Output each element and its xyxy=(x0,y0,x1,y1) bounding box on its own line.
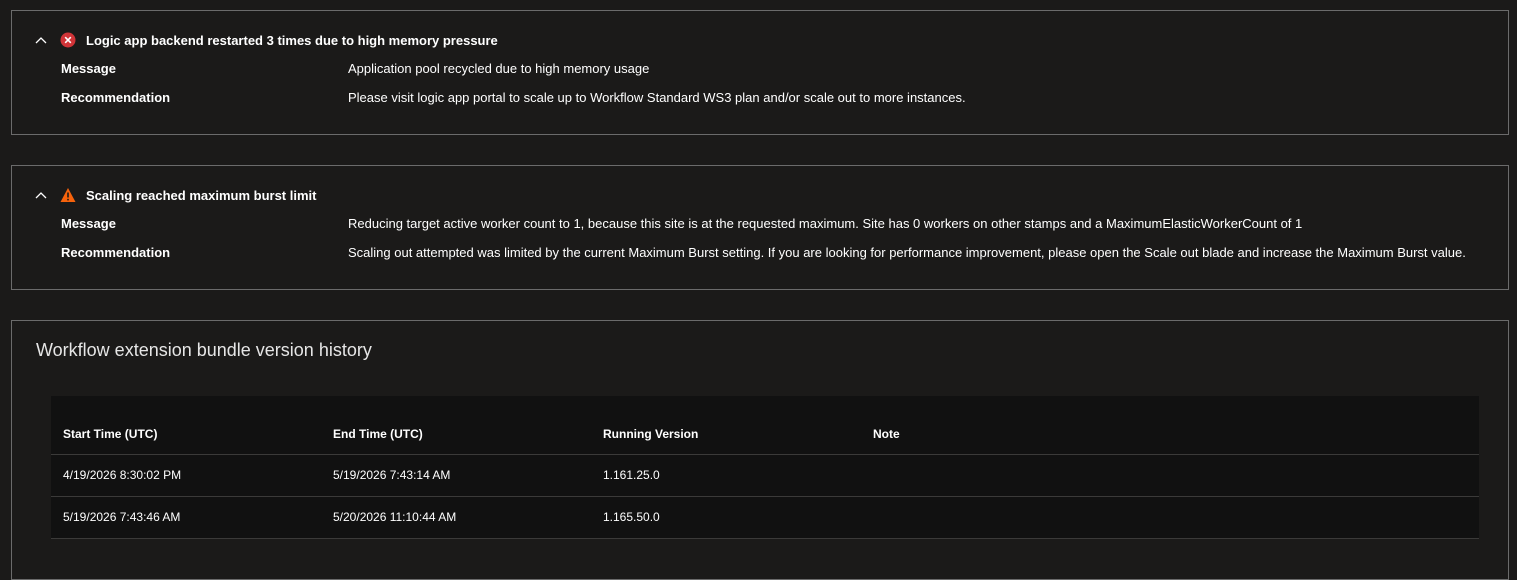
message-value: Reducing target active worker count to 1… xyxy=(348,216,1303,231)
error-icon xyxy=(60,32,76,48)
version-history-table: Start Time (UTC) End Time (UTC) Running … xyxy=(51,396,1479,539)
recommendation-value: Scaling out attempted was limited by the… xyxy=(348,245,1466,260)
table-header-row: Start Time (UTC) End Time (UTC) Running … xyxy=(51,396,1479,455)
column-header-start-time[interactable]: Start Time (UTC) xyxy=(63,427,157,441)
section-title: Workflow extension bundle version histor… xyxy=(36,340,372,360)
start-time-cell: 5/19/2026 7:43:46 AM xyxy=(63,510,181,524)
recommendation-label: Recommendation xyxy=(61,90,171,105)
insight-header[interactable]: Scaling reached maximum burst limit xyxy=(34,186,316,204)
insight-card-memory-pressure: Logic app backend restarted 3 times due … xyxy=(11,10,1509,135)
table-row[interactable]: 4/19/2026 8:30:02 PM 5/19/2026 7:43:14 A… xyxy=(51,455,1479,497)
message-label: Message xyxy=(61,216,116,231)
insight-card-burst-limit: Scaling reached maximum burst limit Mess… xyxy=(11,165,1509,290)
chevron-up-icon[interactable] xyxy=(34,33,48,47)
chevron-up-icon[interactable] xyxy=(34,188,48,202)
warning-icon xyxy=(60,187,76,203)
running-version-cell: 1.161.25.0 xyxy=(603,468,660,482)
column-header-end-time[interactable]: End Time (UTC) xyxy=(333,427,423,441)
end-time-cell: 5/19/2026 7:43:14 AM xyxy=(333,468,451,482)
message-label: Message xyxy=(61,61,116,76)
recommendation-value: Please visit logic app portal to scale u… xyxy=(348,90,966,105)
end-time-cell: 5/20/2026 11:10:44 AM xyxy=(333,510,457,524)
running-version-cell: 1.165.50.0 xyxy=(603,510,660,524)
column-header-note[interactable]: Note xyxy=(873,427,900,441)
table-row[interactable]: 5/19/2026 7:43:46 AM 5/20/2026 11:10:44 … xyxy=(51,497,1479,539)
message-value: Application pool recycled due to high me… xyxy=(348,61,650,76)
start-time-cell: 4/19/2026 8:30:02 PM xyxy=(63,468,182,482)
insight-title: Logic app backend restarted 3 times due … xyxy=(86,32,498,48)
insight-title: Scaling reached maximum burst limit xyxy=(86,187,317,203)
version-history-card: Workflow extension bundle version histor… xyxy=(11,320,1509,580)
column-header-running-version[interactable]: Running Version xyxy=(603,427,698,441)
recommendation-label: Recommendation xyxy=(61,245,171,260)
insight-header[interactable]: Logic app backend restarted 3 times due … xyxy=(34,31,498,49)
